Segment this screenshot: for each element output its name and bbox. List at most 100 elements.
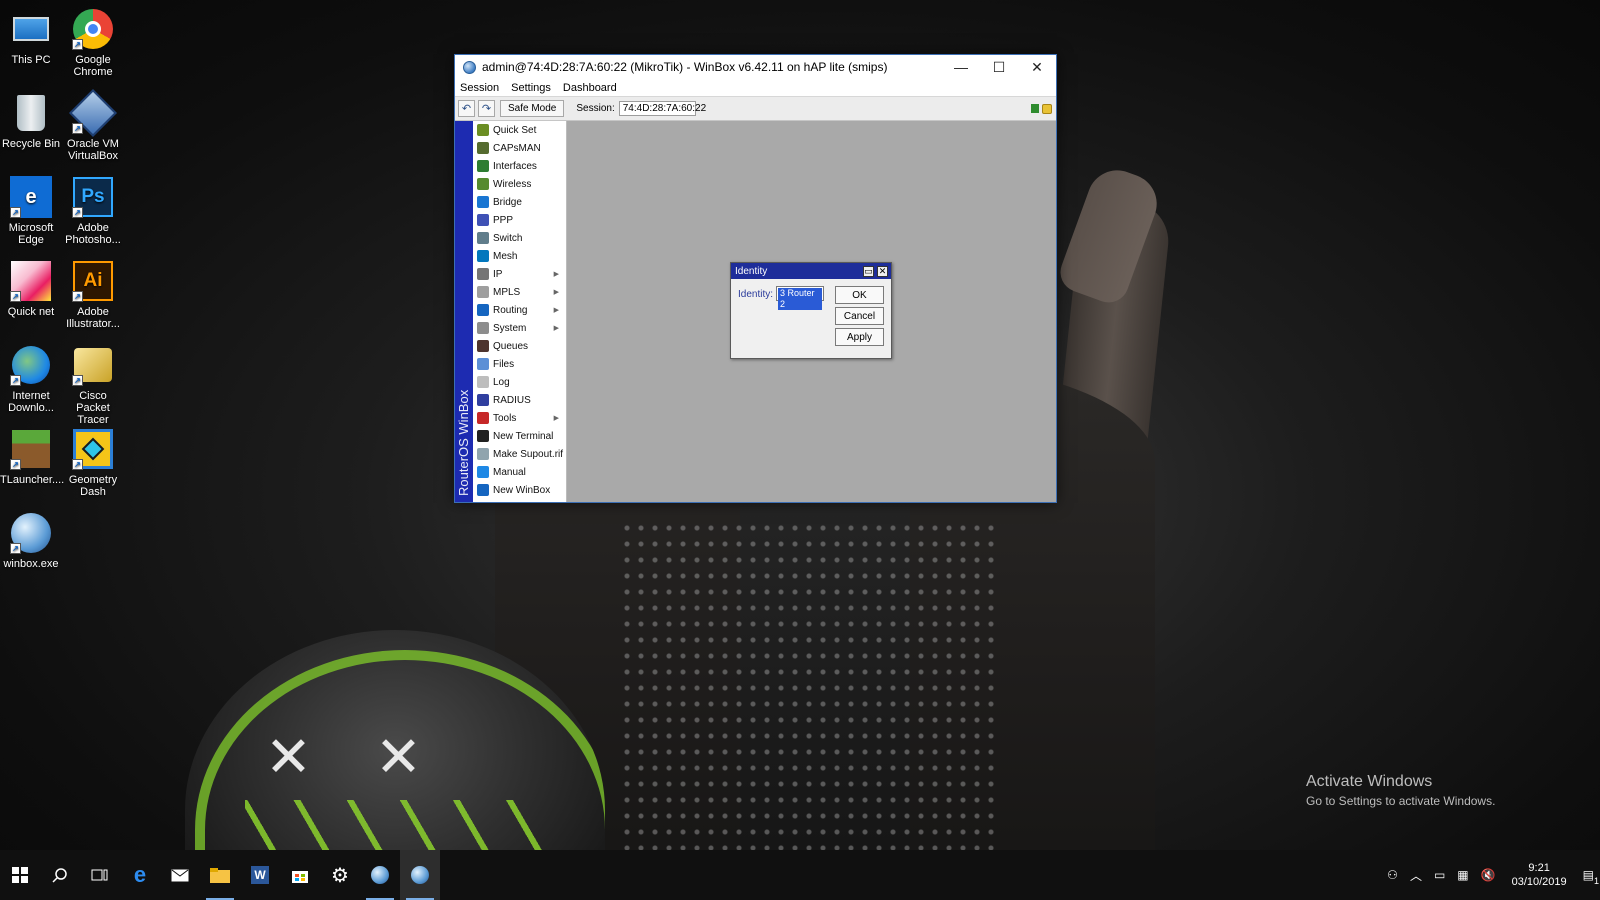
desktop-icon-label: TLauncher....	[0, 474, 65, 486]
sidebar-item-ip[interactable]: IP ▶	[473, 265, 566, 283]
winbox-window-taskbar-icon[interactable]	[400, 850, 440, 900]
chrome-icon: ↗	[72, 8, 114, 50]
sidebar-item-system[interactable]: System ▶	[473, 319, 566, 337]
sidebar-item-radius[interactable]: RADIUS	[473, 391, 566, 409]
cancel-button[interactable]: Cancel	[835, 307, 884, 325]
sidebar-item-new-winbox[interactable]: New WinBox	[473, 481, 566, 499]
mpls-icon	[477, 286, 489, 298]
desktop-icon-geometry-dash[interactable]: ↗ Geometry Dash	[62, 428, 124, 498]
window-titlebar[interactable]: admin@74:4D:28:7A:60:22 (MikroTik) - Win…	[455, 55, 1056, 79]
sidebar-item-label: Bridge	[493, 196, 522, 208]
chevron-up-icon[interactable]: ︿	[1410, 867, 1422, 884]
mail-icon[interactable]	[160, 850, 200, 900]
desktop-icon-winbox[interactable]: ↗ winbox.exe	[0, 512, 62, 570]
winbox-app-icon	[463, 60, 476, 74]
sidebar-item-capsman[interactable]: CAPsMAN	[473, 139, 566, 157]
volume-muted-icon[interactable]: 🔇	[1481, 868, 1496, 882]
menu-dashboard[interactable]: Dashboard	[563, 82, 617, 94]
windows-logo-icon	[12, 867, 28, 883]
sidebar-item-new-terminal[interactable]: New Terminal	[473, 427, 566, 445]
sidebar-item-queues[interactable]: Queues	[473, 337, 566, 355]
desktop-icon-internet-download-manager[interactable]: ↗ Internet Downlo...	[0, 344, 62, 414]
desktop-icon-quick-net[interactable]: ↗ Quick net	[0, 260, 62, 318]
task-view-icon[interactable]	[80, 850, 120, 900]
desktop-icon-label: Geometry Dash	[68, 474, 118, 498]
desktop-icon-photoshop[interactable]: Ps ↗ Adobe Photosho...	[62, 176, 124, 246]
desktop-icon-google-chrome[interactable]: ↗ Google Chrome	[62, 8, 124, 78]
desktop-icon-label: Recycle Bin	[1, 138, 61, 150]
word-icon[interactable]: W	[240, 850, 280, 900]
sidebar-item-wireless[interactable]: Wireless	[473, 175, 566, 193]
winbox-taskbar-icon[interactable]	[360, 850, 400, 900]
sidebar-item-ppp[interactable]: PPP	[473, 211, 566, 229]
sidebar-item-routing[interactable]: Routing ▶	[473, 301, 566, 319]
settings-gear-icon[interactable]: ⚙	[320, 850, 360, 900]
desktop-icon-cisco-packet-tracer[interactable]: ↗ Cisco Packet Tracer	[62, 344, 124, 426]
ppp-icon	[477, 214, 489, 226]
menu-settings[interactable]: Settings	[511, 82, 551, 94]
safe-mode-button[interactable]: Safe Mode	[500, 100, 565, 117]
maximize-icon[interactable]: ☐	[980, 55, 1018, 79]
sidebar-item-make-supout-rif[interactable]: Make Supout.rif	[473, 445, 566, 463]
interfaces-icon	[477, 160, 489, 172]
file-explorer-icon[interactable]	[200, 850, 240, 900]
desktop-icon-illustrator[interactable]: Ai ↗ Adobe Illustrator...	[62, 260, 124, 330]
close-icon[interactable]: ✕	[1018, 55, 1056, 79]
desktop-icon-this-pc[interactable]: This PC	[0, 8, 62, 66]
sidebar-item-switch[interactable]: Switch	[473, 229, 566, 247]
ok-button[interactable]: OK	[835, 286, 884, 304]
desktop-icon-virtualbox[interactable]: ↗ Oracle VM VirtualBox	[62, 88, 124, 162]
sidebar-item-interfaces[interactable]: Interfaces	[473, 157, 566, 175]
sidebar-item-mesh[interactable]: Mesh	[473, 247, 566, 265]
identity-input[interactable]: 3 Router 2	[776, 286, 824, 310]
action-center-icon[interactable]: ▤ 1	[1583, 868, 1599, 886]
sidebar-item-tools[interactable]: Tools ▶	[473, 409, 566, 427]
system-tray: ⚇ ︿ ▭ ▦ 🔇 9:21 03/10/2019 ▤ 1	[1381, 850, 1600, 900]
session-field[interactable]: 74:4D:28:7A:60:22	[618, 101, 706, 116]
sidebar-menu: Quick Set CAPsMAN Interfaces Wireless Bridge…	[473, 121, 567, 502]
winbox-icon: ↗	[10, 512, 52, 554]
sidebar-item-label: MPLS	[493, 286, 521, 298]
desktop-icon-label: Google Chrome	[73, 54, 113, 78]
edge-taskbar-icon[interactable]: e	[120, 850, 160, 900]
search-icon[interactable]	[40, 850, 80, 900]
network-icon[interactable]: ▦	[1457, 868, 1468, 882]
start-button[interactable]	[0, 850, 40, 900]
dialog-titlebar[interactable]: Identity ▭ ✕	[731, 263, 891, 279]
desktop-icon-tlauncher[interactable]: ↗ TLauncher....	[0, 428, 65, 486]
illustrator-icon: Ai ↗	[72, 260, 114, 302]
packet-tracer-icon: ↗	[72, 344, 114, 386]
shortcut-arrow-icon: ↗	[72, 207, 83, 218]
clock[interactable]: 9:21 03/10/2019	[1512, 861, 1567, 889]
sidebar-item-mpls[interactable]: MPLS ▶	[473, 283, 566, 301]
shortcut-arrow-icon: ↗	[72, 39, 83, 50]
sidebar-item-files[interactable]: Files	[473, 355, 566, 373]
store-icon[interactable]	[280, 850, 320, 900]
sidebar-item-label: IP	[493, 268, 503, 280]
desktop-icon-label: Adobe Photosho...	[65, 222, 121, 246]
sidebar-item-label: Mesh	[493, 250, 518, 262]
undo-icon[interactable]: ↶	[458, 100, 475, 117]
sidebar-item-quick-set[interactable]: Quick Set	[473, 121, 566, 139]
menu-session[interactable]: Session	[460, 82, 499, 94]
desktop-icon-label: winbox.exe	[3, 558, 59, 570]
apply-button[interactable]: Apply	[835, 328, 884, 346]
sidebar-item-label: Interfaces	[493, 160, 537, 172]
battery-icon[interactable]: ▭	[1434, 868, 1445, 882]
new-terminal-icon	[477, 430, 489, 442]
mesh-icon	[477, 250, 489, 262]
bridge-icon	[477, 196, 489, 208]
dialog-maximize-icon[interactable]: ▭	[863, 265, 874, 277]
identity-dialog[interactable]: Identity ▭ ✕ Identity: 3 Router 2 OK Can…	[730, 262, 892, 359]
people-icon[interactable]: ⚇	[1387, 868, 1398, 882]
sidebar-item-bridge[interactable]: Bridge	[473, 193, 566, 211]
sidebar-item-label: CAPsMAN	[493, 142, 541, 154]
desktop-icon-microsoft-edge[interactable]: e ↗ Microsoft Edge	[0, 176, 62, 246]
desktop-icon-recycle-bin[interactable]: Recycle Bin	[0, 92, 62, 150]
desktop-icon-label: Oracle VM VirtualBox	[67, 138, 119, 162]
sidebar-item-log[interactable]: Log	[473, 373, 566, 391]
minimize-icon[interactable]: —	[942, 55, 980, 79]
sidebar-item-manual[interactable]: Manual	[473, 463, 566, 481]
redo-icon[interactable]: ↷	[478, 100, 495, 117]
dialog-close-icon[interactable]: ✕	[877, 265, 888, 277]
